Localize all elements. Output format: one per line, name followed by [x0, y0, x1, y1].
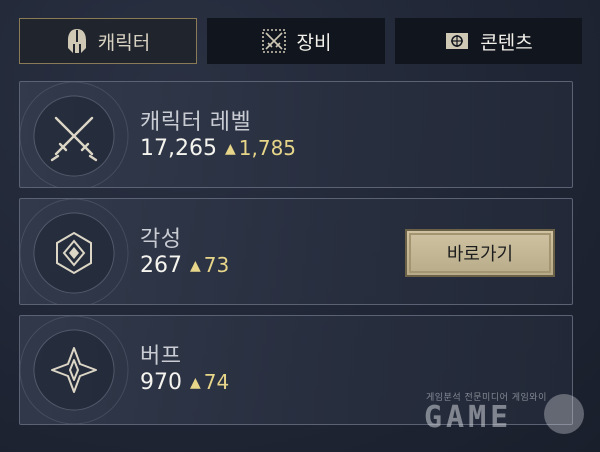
- awakening-crystal-icon: [20, 199, 129, 304]
- delta-value: 1,785: [238, 136, 297, 160]
- stat-delta: ▲ 74: [190, 370, 229, 394]
- stat-value: 267: [140, 253, 182, 278]
- tab-label: 장비: [296, 31, 332, 54]
- buff-star-icon: [20, 316, 129, 424]
- stat-row: 17,265 ▲ 1,785: [140, 136, 296, 161]
- awakening-card: 각성 267 ▲ 73 바로가기: [19, 198, 573, 305]
- increase-arrow-icon: ▲: [224, 141, 236, 157]
- delta-value: 73: [203, 253, 230, 277]
- watermark-circle-icon: [544, 394, 584, 434]
- delta-value: 74: [203, 370, 230, 394]
- stat-row: 267 ▲ 73: [140, 253, 229, 278]
- watermark-logo: GAME: [424, 400, 513, 435]
- stat-value: 970: [140, 370, 182, 395]
- crossed-swords-icon: [261, 28, 287, 54]
- tab-label: 콘텐츠: [480, 31, 533, 54]
- increase-arrow-icon: ▲: [190, 258, 201, 274]
- card-title: 버프: [140, 344, 182, 369]
- stat-value: 17,265: [140, 136, 217, 161]
- increase-arrow-icon: ▲: [190, 375, 201, 391]
- character-level-card: 캐릭터 레벨 17,265 ▲ 1,785: [19, 81, 573, 188]
- category-tabs: 캐릭터 장비 콘텐츠: [19, 18, 582, 64]
- helmet-icon: [66, 28, 88, 54]
- card-title: 각성: [140, 227, 182, 252]
- stat-row: 970 ▲ 74: [140, 370, 229, 395]
- tab-label: 캐릭터: [97, 31, 151, 54]
- tab-equipment[interactable]: 장비: [207, 18, 385, 64]
- stat-delta: ▲ 1,785: [225, 136, 296, 160]
- scroll-map-icon: [444, 30, 470, 52]
- goto-button[interactable]: 바로가기: [405, 229, 555, 277]
- site-watermark: 게임분석 전문미디어 게임와이 GAME: [422, 388, 592, 444]
- tab-character[interactable]: 캐릭터: [19, 18, 197, 64]
- stat-delta: ▲ 73: [190, 253, 229, 277]
- card-title: 캐릭터 레벨: [140, 110, 252, 135]
- tab-contents[interactable]: 콘텐츠: [395, 18, 582, 64]
- crossed-swords-icon: [20, 82, 129, 187]
